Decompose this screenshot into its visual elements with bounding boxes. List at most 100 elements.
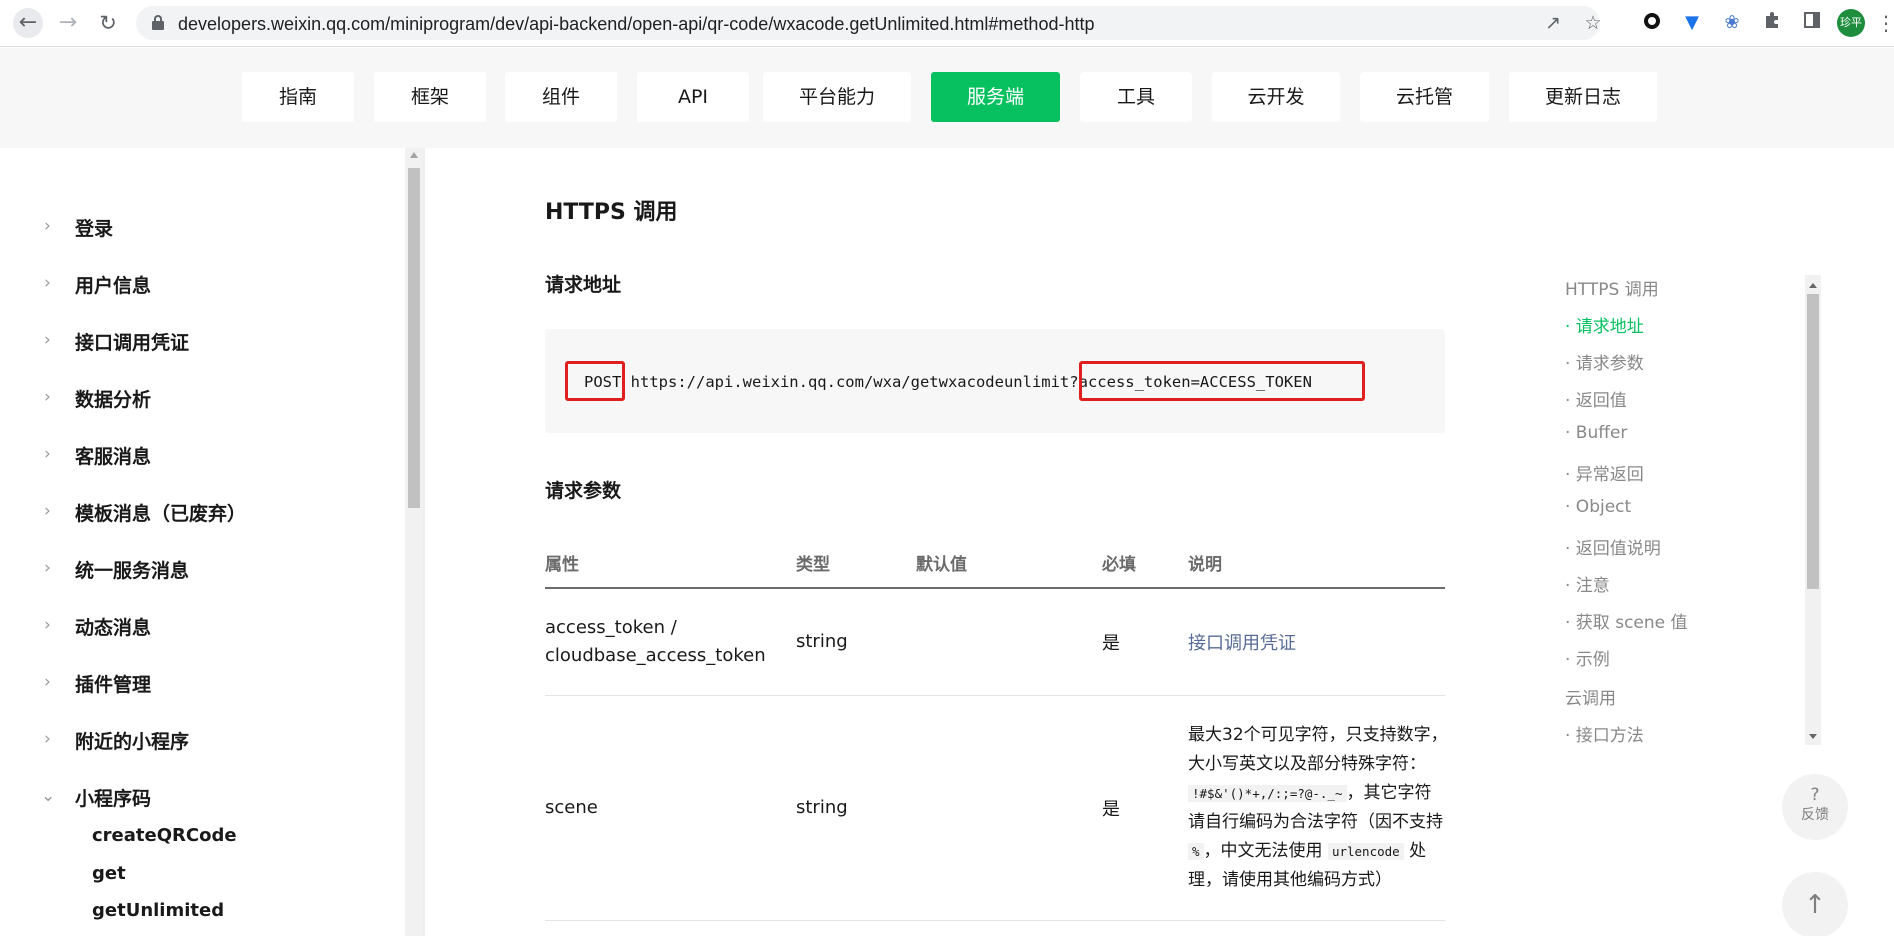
scroll-up-arrow-icon[interactable] bbox=[1809, 283, 1817, 288]
arrow-up-icon: ↑ bbox=[1804, 890, 1826, 920]
bookmark-star-icon[interactable]: ☆ bbox=[1581, 11, 1605, 35]
toc-item-error-return[interactable]: · 异常返回 bbox=[1565, 460, 1644, 485]
browser-menu-icon[interactable]: ⋮ bbox=[1876, 11, 1894, 35]
col-header-attribute: 属性 bbox=[545, 538, 796, 589]
chevron-down-icon: ⌄ bbox=[41, 786, 56, 806]
toc-item-buffer[interactable]: · Buffer bbox=[1565, 423, 1627, 443]
reload-icon[interactable]: ↻ bbox=[93, 8, 123, 38]
toc-item-request-url[interactable]: · 请求地址 bbox=[1565, 312, 1644, 337]
address-bar[interactable]: developers.weixin.qq.com/miniprogram/dev… bbox=[136, 6, 1602, 40]
param-default bbox=[916, 588, 1102, 696]
top-navigation: 指南 框架 组件 API 平台能力 服务端 工具 云开发 云托管 更新日志 bbox=[0, 48, 1894, 148]
param-name: scene bbox=[545, 695, 796, 921]
toc-item-cloud-call[interactable]: 云调用 bbox=[1565, 684, 1616, 709]
param-name: access_token / cloudbase_access_token bbox=[545, 588, 796, 696]
toc-item-example[interactable]: · 示例 bbox=[1565, 645, 1610, 670]
params-table: 属性 类型 默认值 必填 说明 access_token / cloudbase… bbox=[545, 538, 1445, 921]
chevron-right-icon: › bbox=[44, 729, 51, 749]
tab-cloud-hosting[interactable]: 云托管 bbox=[1360, 72, 1489, 122]
sidebar-subitem-createqrcode[interactable]: createQRCode bbox=[92, 825, 237, 846]
main-content: HTTPS 调用 请求地址 POST https://api.weixin.qq… bbox=[425, 148, 1485, 936]
sidebar-item-data-analysis[interactable]: › 数据分析 bbox=[0, 377, 400, 417]
param-description: 接口调用凭证 bbox=[1188, 588, 1445, 696]
tab-components[interactable]: 组件 bbox=[505, 72, 617, 122]
tab-framework[interactable]: 框架 bbox=[374, 72, 486, 122]
col-header-required: 必填 bbox=[1102, 538, 1188, 589]
toc-scrollbar[interactable] bbox=[1805, 275, 1821, 745]
toc-scroll-thumb[interactable] bbox=[1807, 294, 1819, 589]
tab-changelog[interactable]: 更新日志 bbox=[1509, 72, 1657, 122]
sidebar-item-template-message[interactable]: › 模板消息（已废弃） bbox=[0, 491, 400, 531]
chevron-right-icon: › bbox=[44, 615, 51, 635]
sidebar-item-uniform-message[interactable]: › 统一服务消息 bbox=[0, 548, 400, 588]
feedback-label: 反馈 bbox=[1801, 807, 1829, 823]
toc-item-api-method[interactable]: · 接口方法 bbox=[1565, 721, 1644, 745]
sidebar-subitem-getunlimited[interactable]: getUnlimited bbox=[92, 900, 224, 921]
sidebar: › 登录 › 用户信息 › 接口调用凭证 › 数据分析 › 客服消息 › 模板消息（已废弃）… bbox=[0, 148, 405, 936]
profile-avatar[interactable]: 珍平 bbox=[1837, 9, 1865, 37]
sidebar-item-nearby[interactable]: › 附近的小程序 bbox=[0, 719, 400, 759]
sidebar-item-access-token[interactable]: › 接口调用凭证 bbox=[0, 320, 400, 360]
param-description: 最大32个可见字符，只支持数字， 大小写英文以及部分特殊字符： !#$&'()*… bbox=[1188, 695, 1445, 921]
feedback-button[interactable]: ? 反馈 bbox=[1782, 774, 1848, 840]
toc-item-object[interactable]: · Object bbox=[1565, 497, 1631, 517]
sidebar-item-user-info[interactable]: › 用户信息 bbox=[0, 263, 400, 303]
sidebar-item-customer-service[interactable]: › 客服消息 bbox=[0, 434, 400, 474]
toc-item-get-scene[interactable]: · 获取 scene 值 bbox=[1565, 608, 1688, 633]
toc-item-notes[interactable]: · 注意 bbox=[1565, 571, 1610, 596]
table-row: scene string 是 最大32个可见字符，只支持数字， 大小写英文以及部… bbox=[545, 695, 1445, 921]
tab-api[interactable]: API bbox=[637, 72, 749, 122]
back-to-top-button[interactable]: ↑ bbox=[1782, 872, 1848, 936]
toc-item-https[interactable]: HTTPS 调用 bbox=[1565, 275, 1659, 300]
tab-server-side[interactable]: 服务端 bbox=[931, 72, 1060, 122]
browser-toolbar: ← → ↻ developers.weixin.qq.com/miniprogr… bbox=[0, 0, 1894, 47]
toc-item-request-params[interactable]: · 请求参数 bbox=[1565, 349, 1644, 374]
chevron-right-icon: › bbox=[44, 501, 51, 521]
tab-cloud-dev[interactable]: 云开发 bbox=[1212, 72, 1340, 122]
toc-item-return-value[interactable]: · 返回值 bbox=[1565, 386, 1627, 411]
param-type: string bbox=[796, 588, 916, 696]
tab-platform-capabilities[interactable]: 平台能力 bbox=[763, 72, 911, 122]
table-of-contents: HTTPS 调用 · 请求地址 · 请求参数 · 返回值 · Buffer · … bbox=[1565, 275, 1805, 745]
scene-description: 最大32个可见字符，只支持数字， 大小写英文以及部分特殊字符： !#$&'()*… bbox=[1188, 724, 1444, 890]
col-header-description: 说明 bbox=[1188, 538, 1445, 589]
param-default bbox=[916, 695, 1102, 921]
sidebar-scroll-thumb[interactable] bbox=[408, 168, 420, 508]
table-header-row: 属性 类型 默认值 必填 说明 bbox=[545, 538, 1445, 589]
url-text[interactable]: developers.weixin.qq.com/miniprogram/dev… bbox=[178, 14, 1094, 35]
back-arrow-icon[interactable]: ← bbox=[13, 8, 43, 38]
access-token-link[interactable]: 接口调用凭证 bbox=[1188, 633, 1296, 654]
chevron-right-icon: › bbox=[44, 387, 51, 407]
scroll-down-arrow-icon[interactable] bbox=[1809, 734, 1817, 739]
extension-feather-icon[interactable]: ❀ bbox=[1720, 11, 1744, 35]
tab-tools[interactable]: 工具 bbox=[1080, 72, 1192, 122]
query-highlight-box bbox=[1079, 361, 1365, 401]
sidebar-subitem-get[interactable]: get bbox=[92, 863, 126, 884]
request-url-heading: 请求地址 bbox=[545, 274, 622, 296]
method-highlight-box bbox=[565, 361, 625, 401]
tab-guide[interactable]: 指南 bbox=[242, 72, 354, 122]
question-icon: ? bbox=[1810, 785, 1820, 805]
extension-layers-icon[interactable]: ▼ bbox=[1680, 11, 1704, 35]
chevron-right-icon: › bbox=[44, 672, 51, 692]
share-icon[interactable]: ↗ bbox=[1541, 11, 1565, 35]
sidebar-item-plugin-manager[interactable]: › 插件管理 bbox=[0, 662, 400, 702]
sidebar-item-qr-code[interactable]: ⌄ 小程序码 bbox=[0, 776, 400, 816]
param-required: 是 bbox=[1102, 588, 1188, 696]
sidebar-item-updatable-message[interactable]: › 动态消息 bbox=[0, 605, 400, 645]
toc-item-return-desc[interactable]: · 返回值说明 bbox=[1565, 534, 1661, 559]
col-header-default: 默认值 bbox=[916, 538, 1102, 589]
request-url-code-block: POST https://api.weixin.qq.com/wxa/getwx… bbox=[545, 329, 1445, 433]
chevron-right-icon: › bbox=[44, 558, 51, 578]
forward-arrow-icon[interactable]: → bbox=[53, 8, 83, 38]
sidebar-scrollbar[interactable] bbox=[405, 148, 423, 936]
extension-circle-icon[interactable] bbox=[1640, 11, 1664, 35]
scroll-up-arrow-icon[interactable] bbox=[410, 152, 418, 158]
lock-icon bbox=[152, 15, 164, 30]
section-title: HTTPS 调用 bbox=[545, 200, 678, 225]
chevron-right-icon: › bbox=[44, 444, 51, 464]
side-panel-icon[interactable] bbox=[1800, 11, 1824, 35]
extensions-puzzle-icon[interactable] bbox=[1760, 11, 1784, 35]
sidebar-item-login[interactable]: › 登录 bbox=[0, 206, 400, 246]
col-header-type: 类型 bbox=[796, 538, 916, 589]
